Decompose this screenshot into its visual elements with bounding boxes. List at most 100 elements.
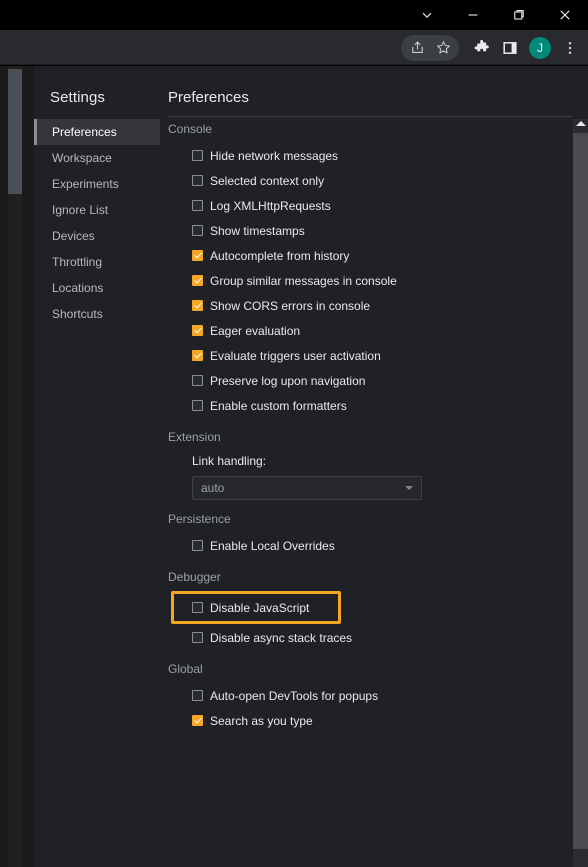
checkbox[interactable] — [192, 400, 203, 411]
preferences-scrollbar[interactable] — [573, 119, 588, 867]
title-divider — [168, 116, 572, 117]
preference-row[interactable]: Selected context only — [168, 168, 588, 193]
preference-label: Show CORS errors in console — [210, 298, 371, 313]
chevron-down-icon — [405, 486, 413, 490]
sidebar-item-label: Shortcuts — [52, 307, 103, 321]
page-title: Preferences — [168, 89, 249, 106]
preference-label: Auto-open DevTools for popups — [210, 688, 379, 703]
link-handling-select-value: auto — [201, 481, 225, 495]
sidebar-item-label: Preferences — [52, 125, 117, 139]
section-persistence: Persistence Enable Local Overrides — [168, 509, 588, 558]
sidebar-item-devices[interactable]: Devices — [34, 223, 160, 249]
preference-row[interactable]: Enable Local Overrides — [168, 533, 588, 558]
preference-label: Selected context only — [210, 173, 325, 188]
scroll-up-arrow-icon[interactable] — [575, 121, 586, 126]
settings-sidebar: Settings Preferences Workspace Experimen… — [34, 66, 160, 867]
preference-row[interactable]: Evaluate triggers user activation — [168, 343, 588, 368]
preferences-scrollbar-thumb[interactable] — [573, 133, 588, 849]
preference-label: Disable JavaScript — [210, 600, 310, 615]
section-extension: Extension Link handling: auto — [168, 427, 588, 500]
chevron-down-icon[interactable] — [404, 0, 450, 30]
sidebar-item-locations[interactable]: Locations — [34, 275, 160, 301]
preference-label: Autocomplete from history — [210, 248, 350, 263]
settings-content-pane: Preferences Console Hide network messages… — [160, 66, 588, 867]
checkbox[interactable] — [192, 690, 203, 701]
preference-row[interactable]: Eager evaluation — [168, 318, 588, 343]
window-titlebar — [0, 0, 588, 30]
side-panel-icon[interactable] — [496, 34, 524, 62]
close-icon[interactable] — [542, 0, 588, 30]
preference-row[interactable]: Disable JavaScript — [168, 591, 588, 624]
page-scrollbar-thumb[interactable] — [8, 69, 22, 194]
checkbox[interactable] — [192, 175, 203, 186]
checkbox[interactable] — [192, 602, 203, 613]
preference-label: Evaluate triggers user activation — [210, 348, 381, 363]
preference-label: Disable async stack traces — [210, 630, 353, 645]
three-dot-menu-icon[interactable] — [556, 34, 584, 62]
section-title: Global — [168, 662, 203, 676]
screenshot-root: J × Settings Preferences Workspace — [0, 0, 588, 867]
preference-row[interactable]: Hide network messages — [168, 143, 588, 168]
preference-label: Enable Local Overrides — [210, 538, 335, 553]
preference-row[interactable]: Group similar messages in console — [168, 268, 588, 293]
section-title: Extension — [168, 430, 221, 444]
checkbox[interactable] — [192, 350, 203, 361]
browser-toolbar: J — [0, 30, 588, 65]
preference-row[interactable]: Enable custom formatters — [168, 393, 588, 418]
window-controls — [404, 0, 588, 30]
preferences-sections: Console Hide network messages Selected con… — [160, 119, 588, 733]
preference-row[interactable]: Show CORS errors in console — [168, 293, 588, 318]
omnibox-action-group — [401, 34, 459, 61]
preference-row[interactable]: Show timestamps — [168, 218, 588, 243]
preference-row[interactable]: Search as you type — [168, 708, 588, 733]
sidebar-item-label: Throttling — [52, 255, 103, 269]
settings-sidebar-list: Preferences Workspace Experiments Ignore… — [34, 119, 160, 327]
avatar[interactable]: J — [529, 36, 551, 59]
checkbox[interactable] — [192, 275, 203, 286]
preferences-scroll-area: Console Hide network messages Selected con… — [160, 119, 588, 867]
sidebar-item-label: Workspace — [52, 151, 112, 165]
sidebar-item-shortcuts[interactable]: Shortcuts — [34, 301, 160, 327]
checkbox[interactable] — [192, 715, 203, 726]
share-icon[interactable] — [404, 35, 430, 61]
preference-row[interactable]: Preserve log upon navigation — [168, 368, 588, 393]
sidebar-item-throttling[interactable]: Throttling — [34, 249, 160, 275]
sidebar-item-preferences[interactable]: Preferences — [34, 119, 160, 145]
link-handling-select-wrapper: auto — [168, 476, 588, 500]
section-debugger: Debugger Disable JavaScript Disable async … — [168, 567, 588, 650]
page-scrollbar[interactable] — [8, 66, 22, 867]
preference-row[interactable]: Log XMLHttpRequests — [168, 193, 588, 218]
checkbox[interactable] — [192, 540, 203, 551]
restore-icon[interactable] — [496, 0, 542, 30]
extensions-puzzle-icon[interactable] — [468, 34, 496, 62]
link-handling-select[interactable]: auto — [192, 476, 422, 500]
preference-label: Enable custom formatters — [210, 398, 347, 413]
section-title: Persistence — [168, 512, 231, 526]
checkbox[interactable] — [192, 150, 203, 161]
preference-label: Hide network messages — [210, 148, 339, 163]
checkbox[interactable] — [192, 375, 203, 386]
checkbox[interactable] — [192, 200, 203, 211]
checkbox[interactable] — [192, 225, 203, 236]
sidebar-item-experiments[interactable]: Experiments — [34, 171, 160, 197]
minimize-icon[interactable] — [450, 0, 496, 30]
settings-title: Settings — [50, 89, 105, 106]
checkbox[interactable] — [192, 632, 203, 643]
section-global: Global Auto-open DevTools for popups Searc… — [168, 659, 588, 733]
preference-row[interactable]: Autocomplete from history — [168, 243, 588, 268]
sidebar-item-label: Experiments — [52, 177, 119, 191]
section-console: Console Hide network messages Selected con… — [168, 119, 588, 418]
checkbox[interactable] — [192, 325, 203, 336]
star-icon[interactable] — [430, 35, 456, 61]
checkbox[interactable] — [192, 250, 203, 261]
preference-row[interactable]: Auto-open DevTools for popups — [168, 683, 588, 708]
preference-row[interactable]: Disable async stack traces — [168, 625, 588, 650]
sidebar-item-workspace[interactable]: Workspace — [34, 145, 160, 171]
preference-label: Preserve log upon navigation — [210, 373, 366, 388]
section-title: Debugger — [168, 570, 221, 584]
sidebar-item-label: Ignore List — [52, 203, 109, 217]
checkbox[interactable] — [192, 300, 203, 311]
sidebar-item-ignore-list[interactable]: Ignore List — [34, 197, 160, 223]
section-title: Console — [168, 122, 213, 136]
preference-label: Eager evaluation — [210, 323, 301, 338]
